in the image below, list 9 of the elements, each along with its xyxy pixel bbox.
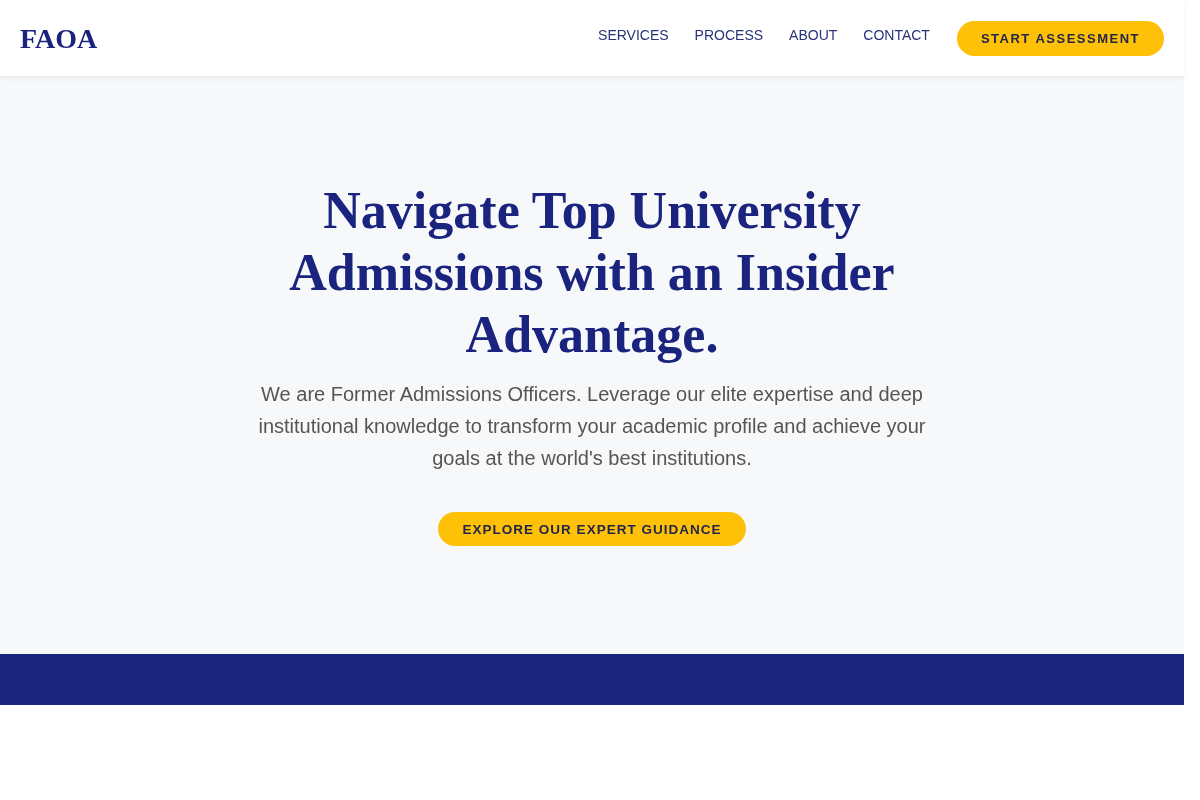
nav-link[interactable]: SERVICES — [598, 27, 669, 43]
hero-title: Navigate Top University Admissions with an Insider Advantage. — [288, 181, 896, 365]
nav-link[interactable]: PROCESS — [694, 27, 764, 43]
logo-text[interactable]: FAOA — [20, 23, 98, 55]
start-assessment-button[interactable]: START ASSESSMENT — [956, 20, 1164, 56]
explore-guidance-button[interactable]: EXPLORE OUR EXPERT GUIDANCE — [437, 512, 747, 546]
hero-description: We are Former Admissions Officers. Leverage our elite expertise and deep institutional knowledge to transform your academic profile and achieve your goals at the world's best institutions. — [257, 382, 927, 471]
nav-link[interactable]: CONTACT — [863, 27, 930, 43]
nav-link[interactable]: ABOUT — [789, 27, 838, 43]
